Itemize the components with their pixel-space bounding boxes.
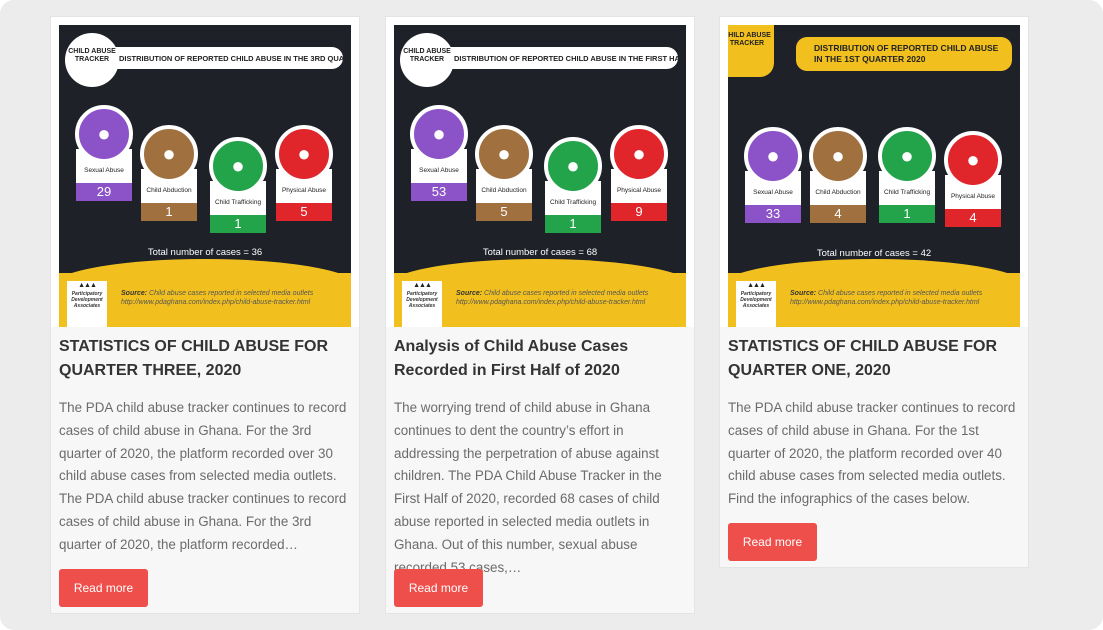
- stat-value: 4: [810, 205, 866, 223]
- stat-sexual-abuse: ● Sexual Abuse 53: [410, 105, 468, 201]
- post-card: CHILD ABUSE TRACKER DISTRIBUTION OF REPO…: [719, 16, 1029, 568]
- infographic: CHILD ABUSE TRACKER DISTRIBUTION OF REPO…: [59, 25, 351, 327]
- physical-abuse-icon: ●: [610, 125, 668, 183]
- stat-value: 1: [879, 205, 935, 223]
- stat-sexual-abuse: ● Sexual Abuse 29: [75, 105, 133, 201]
- read-more-button[interactable]: Read more: [728, 523, 817, 561]
- pda-logo: Participatory Development Associates: [67, 281, 107, 327]
- post-title[interactable]: STATISTICS OF CHILD ABUSE FOR QUARTER TH…: [59, 335, 349, 383]
- page-background: CHILD ABUSE TRACKER DISTRIBUTION OF REPO…: [0, 0, 1103, 630]
- tracker-logo: CHILD ABUSE TRACKER: [65, 33, 119, 87]
- physical-abuse-icon: ●: [944, 131, 1002, 189]
- stat-physical-abuse: ● Physical Abuse 5: [275, 125, 333, 221]
- total-cases: Total number of cases = 68: [482, 247, 598, 258]
- stat-value: 4: [945, 209, 1001, 227]
- child-trafficking-icon: ●: [878, 127, 936, 185]
- post-excerpt: The PDA child abuse tracker continues to…: [59, 400, 347, 552]
- pda-logo: Participatory Development Associates: [736, 281, 776, 327]
- infographic-title: DISTRIBUTION OF REPORTED CHILD ABUSE IN …: [438, 47, 678, 69]
- total-cases: Total number of cases = 42: [816, 248, 932, 259]
- post-title[interactable]: STATISTICS OF CHILD ABUSE FOR QUARTER ON…: [728, 335, 1018, 383]
- pda-logo: Participatory Development Associates: [402, 281, 442, 327]
- stat-value: 5: [476, 203, 532, 221]
- stat-value: 1: [141, 203, 197, 221]
- post-thumbnail[interactable]: CHILD ABUSE TRACKER DISTRIBUTION OF REPO…: [720, 17, 1028, 327]
- infographic: CHILD ABUSE TRACKER DISTRIBUTION OF REPO…: [394, 25, 686, 327]
- source-note: Source: Child abuse cases reported in se…: [121, 290, 314, 306]
- stat-value: 33: [745, 205, 801, 223]
- stat-value: 29: [76, 183, 132, 201]
- stat-value: 9: [611, 203, 667, 221]
- child-trafficking-icon: ●: [544, 137, 602, 195]
- stat-value: 1: [545, 215, 601, 233]
- stat-value: 1: [210, 215, 266, 233]
- stat-child-abduction: ● Child Abduction 1: [140, 125, 198, 221]
- stat-value: 53: [411, 183, 467, 201]
- stat-physical-abuse: ● Physical Abuse 9: [610, 125, 668, 221]
- sexual-abuse-icon: ●: [410, 105, 468, 163]
- sexual-abuse-icon: ●: [744, 127, 802, 185]
- stat-value: 5: [276, 203, 332, 221]
- stat-sexual-abuse: ● Sexual Abuse 33: [744, 127, 802, 223]
- child-trafficking-icon: ●: [209, 137, 267, 195]
- stat-child-trafficking: ● Child Trafficking 1: [544, 137, 602, 233]
- post-title[interactable]: Analysis of Child Abuse Cases Recorded i…: [394, 335, 684, 383]
- stat-child-abduction: ● Child Abduction 4: [809, 127, 867, 223]
- stat-child-abduction: ● Child Abduction 5: [475, 125, 533, 221]
- read-more-button[interactable]: Read more: [59, 569, 148, 607]
- child-abduction-icon: ●: [140, 125, 198, 183]
- post-excerpt: The PDA child abuse tracker continues to…: [728, 400, 1016, 507]
- infographic-title: DISTRIBUTION OF REPORTED CHILD ABUSE IN …: [796, 37, 1012, 71]
- post-card: CHILD ABUSE TRACKER DISTRIBUTION OF REPO…: [50, 16, 360, 614]
- sexual-abuse-icon: ●: [75, 105, 133, 163]
- infographic: CHILD ABUSE TRACKER DISTRIBUTION OF REPO…: [728, 25, 1020, 327]
- post-thumbnail[interactable]: CHILD ABUSE TRACKER DISTRIBUTION OF REPO…: [386, 17, 694, 327]
- stat-child-trafficking: ● Child Trafficking 1: [878, 127, 936, 223]
- source-note: Source: Child abuse cases reported in se…: [456, 290, 649, 306]
- source-note: Source: Child abuse cases reported in se…: [790, 290, 983, 306]
- post-thumbnail[interactable]: CHILD ABUSE TRACKER DISTRIBUTION OF REPO…: [51, 17, 359, 327]
- read-more-button[interactable]: Read more: [394, 569, 483, 607]
- post-excerpt: The worrying trend of child abuse in Gha…: [394, 400, 662, 575]
- total-cases: Total number of cases = 36: [147, 247, 263, 258]
- tracker-logo: CHILD ABUSE TRACKER: [728, 25, 774, 77]
- physical-abuse-icon: ●: [275, 125, 333, 183]
- stat-child-trafficking: ● Child Trafficking 1: [209, 137, 267, 233]
- stat-physical-abuse: ● Physical Abuse 4: [944, 131, 1002, 227]
- post-card: CHILD ABUSE TRACKER DISTRIBUTION OF REPO…: [385, 16, 695, 614]
- child-abduction-icon: ●: [809, 127, 867, 185]
- infographic-title: DISTRIBUTION OF REPORTED CHILD ABUSE IN …: [103, 47, 343, 69]
- child-abduction-icon: ●: [475, 125, 533, 183]
- tracker-logo: CHILD ABUSE TRACKER: [400, 33, 454, 87]
